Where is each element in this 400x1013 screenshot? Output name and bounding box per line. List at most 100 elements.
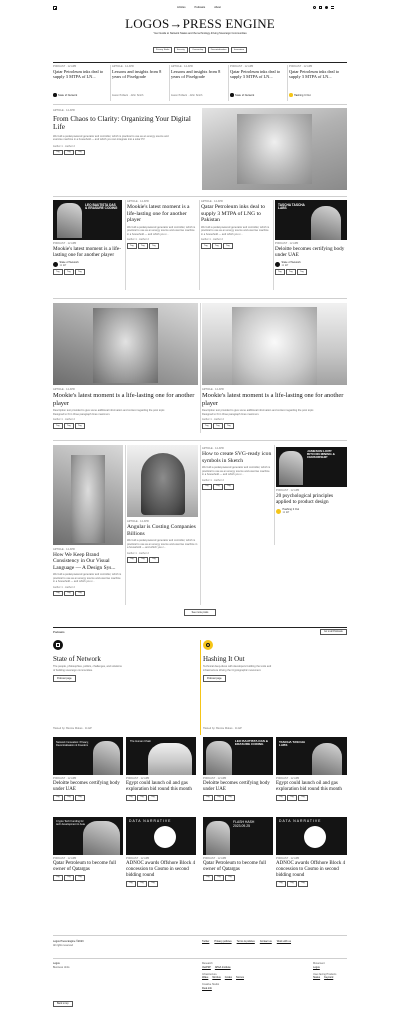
tag[interactable]: Tag [225,874,235,881]
card-title[interactable]: Deloitte becomes certifying body under U… [53,781,123,793]
category-innovation[interactable]: Innovation [230,47,248,53]
tag[interactable]: Tag [213,423,223,429]
tag[interactable]: Tag [298,794,308,801]
tag[interactable]: Tag [75,794,85,801]
tag[interactable]: Tag [53,590,63,597]
tag[interactable]: Tag [225,794,235,801]
tag[interactable]: Tag [127,556,137,563]
tag[interactable]: Tag [53,423,63,429]
back-to-top-button[interactable]: Back to top [53,1001,73,1007]
article-image[interactable] [202,303,347,385]
tag[interactable]: Tag [75,590,85,597]
footer-link-work[interactable]: Work with us [277,940,291,943]
card-title[interactable]: Qatar Petroleum to become full owner of … [203,861,273,873]
article-card[interactable]: ARTICLE · 12 APR Mookie's latest moment … [53,303,198,429]
episode-card[interactable]: The Human Chain PODCAST · 12 APR Egypt c… [126,737,196,801]
feature-image[interactable] [202,108,347,190]
tag[interactable]: Tag [53,794,63,801]
episode-card[interactable]: LEO BAUTISTA DAS & ERASURE CODING PODCAS… [203,737,273,801]
footer-link-twitter[interactable]: Twitter [202,940,209,943]
ticker-item[interactable]: ARTICLE · 12 APR Lessons and insights fr… [112,65,167,97]
tag[interactable]: Tag [148,794,158,801]
tag[interactable]: Tag [286,269,296,276]
category-censorship[interactable]: Censorship [189,47,207,53]
tag[interactable]: Tag [64,794,74,801]
tag[interactable]: Tag [149,556,159,563]
footer-link[interactable]: Logos [313,966,336,970]
ticker-title[interactable]: Qatar Petroleum inks deal to supply 3 MT… [53,69,108,79]
podcast-card[interactable]: TASCHA TASCHA LABS PODCAST · 12 APR Delo… [275,200,347,276]
tag[interactable]: Tag [64,423,74,429]
nav-podcasts[interactable]: Podcasts [195,6,206,9]
tag[interactable]: Tag [138,556,148,563]
footer-link[interactable]: APAA Institute [215,966,231,970]
card-title[interactable]: Mookie's latest moment is a life-lasting… [202,392,347,407]
podcast-card[interactable]: LEO BAUTISTA DAS & ERASURE CODING PODCAS… [53,200,122,276]
episode-card[interactable]: FLASH HASH 2023.09.25 PODCAST · 12 APR Q… [203,817,273,881]
card-title[interactable]: Deloitte becomes certifying body under U… [275,246,347,258]
menu-icon[interactable] [331,5,334,9]
ticker-title[interactable]: Qatar Petroleum inks deal to supply 3 MT… [289,69,347,79]
article-card[interactable]: ARTICLE · 12 APR How We Keep Brand Consi… [53,445,123,597]
feature-article[interactable]: ARTICLE · 12 APR From Chaos to Clarity: … [53,109,193,156]
nav-about[interactable]: About [214,6,221,9]
tag[interactable]: Tag [297,269,307,276]
tag[interactable]: Tag [53,149,63,156]
article-image[interactable] [127,445,198,517]
article-card[interactable]: ARTICLE · 12 APR Angular is Costing Comp… [127,445,198,563]
tag[interactable]: Tag [298,880,308,887]
footer-link[interactable]: VacP2P [202,966,211,970]
article-card[interactable]: ARTICLE · 12 APR Qatar Petroleum inks de… [201,200,271,250]
podcast-page-button[interactable]: Podcast page [53,675,76,682]
tag[interactable]: Tag [75,423,85,429]
tag[interactable]: Tag [64,590,74,597]
tag[interactable]: Tag [275,269,285,276]
footer-link-privacy[interactable]: Privacy policies [214,940,231,943]
feature-title[interactable]: From Chaos to Clarity: Organizing Your D… [53,115,193,132]
podcast-show-panel[interactable]: State of Network The people, philosophie… [53,640,196,730]
tag[interactable]: Tag [201,243,211,250]
card-title[interactable]: Egypt could launch oil and gas explorati… [276,781,347,793]
tag[interactable]: Tag [75,874,85,881]
article-image[interactable] [53,445,123,545]
ticker-title[interactable]: Lessons and insights from 8 years of Pix… [171,69,226,79]
footer-link[interactable]: Codex [225,976,232,980]
article-card[interactable]: ARTICLE · 12 APR How to create SVG-ready… [202,447,272,490]
tag[interactable]: Tag [202,483,212,490]
tag[interactable]: Tag [223,243,233,250]
nav-articles[interactable]: Articles [177,6,186,9]
footer-link[interactable]: Nomos [236,976,244,980]
tag[interactable]: Tag [126,794,136,801]
episode-card[interactable]: Network Innovation: Privacy, Decentralis… [53,737,123,801]
category-security[interactable]: Security [173,47,188,53]
show-title[interactable]: State of Network [53,655,196,663]
tag[interactable]: Tag [53,269,63,276]
tag[interactable]: Tag [214,794,224,801]
footer-link[interactable]: Nimbus [212,976,220,980]
tag[interactable]: Tag [64,149,74,156]
footer-link[interactable]: Business Units [53,966,70,970]
tag[interactable]: Tag [276,794,286,801]
category-privacy[interactable]: Privacy Stake [152,47,173,53]
card-title[interactable]: How to create SVG-ready icon symbols in … [202,451,272,464]
podcast-show-panel[interactable]: Hashing It Out Technical deep-dives with… [203,640,346,730]
ticker-title[interactable]: Qatar Petroleum inks deal to supply 3 MT… [230,69,285,79]
tag[interactable]: Tag [203,874,213,881]
card-title[interactable]: Angular is Costing Companies Billions [127,524,198,537]
tag[interactable]: Tag [224,423,234,429]
episode-card[interactable]: TASCHA TASCHA LABS PODCAST · 12 APR Egyp… [276,737,347,801]
tag[interactable]: Tag [212,243,222,250]
footer-link-terms[interactable]: Terms & policies [237,940,255,943]
tag[interactable]: Tag [287,794,297,801]
card-title[interactable]: ADNOC awards Offshore Block 4 concession… [276,861,347,879]
tag[interactable]: Tag [75,149,85,156]
tag[interactable]: Tag [148,880,158,887]
card-title[interactable]: Mookie's latest moment is a life-lasting… [127,204,197,224]
card-title[interactable]: How We Keep Brand Consistency in Our Vis… [53,552,123,571]
tag[interactable]: Tag [64,269,74,276]
card-title[interactable]: Mookie's latest moment is a life-lasting… [53,392,198,407]
tag[interactable]: Tag [224,483,234,490]
site-logo-mark[interactable] [53,6,57,10]
tag[interactable]: Tag [137,880,147,887]
tag[interactable]: Tag [276,880,286,887]
